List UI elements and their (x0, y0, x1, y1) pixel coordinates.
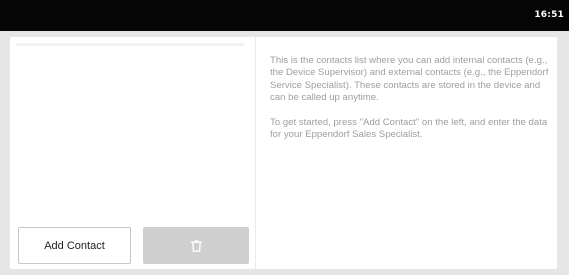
contacts-help-text: This is the contacts list where you can … (270, 55, 552, 153)
contacts-list[interactable] (16, 43, 244, 217)
status-bar: 16:51 (0, 0, 569, 31)
contacts-screen: Add Contact This is the contacts list wh… (10, 37, 557, 269)
delete-contact-button[interactable] (143, 227, 249, 264)
add-contact-label: Add Contact (44, 239, 105, 252)
contacts-panel: Add Contact (10, 37, 256, 269)
help-paragraph-get-started: To get started, press "Add Contact" on t… (270, 116, 548, 141)
help-paragraph-intro: This is the contacts list where you can … (270, 55, 549, 104)
clock: 16:51 (534, 10, 564, 20)
trash-icon (190, 239, 202, 252)
add-contact-button[interactable]: Add Contact (18, 227, 131, 264)
